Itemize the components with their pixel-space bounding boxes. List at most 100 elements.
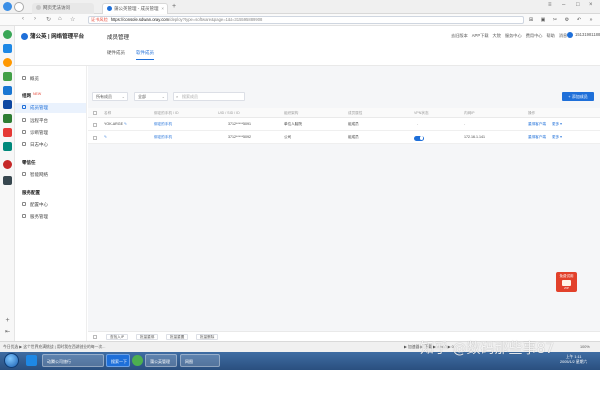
sidebar-item-members[interactable]: 成员管理: [15, 103, 86, 113]
menu-icon[interactable]: ≡: [548, 2, 552, 8]
vpn-toggle[interactable]: [414, 135, 424, 141]
member-type-select[interactable]: 所有成员 ⌄: [92, 92, 128, 101]
status-select[interactable]: 全部 ⌄: [134, 92, 168, 101]
user-menu[interactable]: 15131981188 ▾: [567, 32, 600, 38]
app-brand[interactable]: 蒲公英 | 网络管理平台: [21, 32, 84, 40]
sidebar-app-icon[interactable]: [3, 30, 12, 39]
table-row[interactable]: ✎ 绑定的手机 3712*****5092 公司 组成员 172.16.1.14…: [88, 131, 600, 144]
sidebar-collapse-icon[interactable]: ⇤: [3, 328, 12, 337]
ie-icon[interactable]: [26, 355, 37, 366]
top-link[interactable]: APP下载: [472, 33, 489, 38]
sidebar-item-overview[interactable]: 概览: [15, 74, 86, 84]
taskbar-task[interactable]: 网图: [180, 354, 220, 367]
tab-software-members[interactable]: 软件成员: [136, 50, 154, 60]
search-input[interactable]: ⌕ 搜索成员: [173, 92, 245, 101]
new-tab-button[interactable]: +: [172, 3, 176, 10]
top-link[interactable]: 大院: [493, 33, 501, 38]
settings-icon[interactable]: ⚙: [564, 17, 570, 23]
browser-shield-icon[interactable]: [14, 2, 24, 12]
home-icon[interactable]: ⌂: [58, 16, 62, 22]
bulk-delete-button[interactable]: 批量删除: [196, 334, 219, 340]
star-icon[interactable]: ☆: [70, 16, 75, 23]
reload-icon[interactable]: ↻: [46, 16, 51, 23]
tab-favicon-icon: [107, 6, 112, 11]
select-all-checkbox[interactable]: [93, 111, 97, 115]
service-icon: [22, 214, 26, 218]
free-trial-badge[interactable]: 免费试用 ZIP: [556, 272, 577, 292]
bookmark-icon[interactable]: ▣: [540, 17, 546, 23]
scissors-icon[interactable]: ✂: [552, 17, 558, 23]
member-attr: 组成员: [348, 135, 359, 139]
avatar: [567, 32, 573, 38]
sidebar-item-service-mgmt[interactable]: 服务管理: [15, 212, 86, 222]
sidebar-item-label: 配置中心: [30, 202, 48, 207]
undo-icon[interactable]: ↶: [576, 17, 582, 23]
sidebar-app-icon[interactable]: [3, 128, 12, 137]
top-link[interactable]: 去旧版本: [451, 33, 468, 38]
sidebar-app-icon[interactable]: [3, 100, 12, 109]
bulk-rebind-button[interactable]: 批量重绑: [136, 334, 159, 340]
sidebar-add-icon[interactable]: +: [3, 316, 12, 325]
status-news[interactable]: 今日优选 ▶ 这个世界充满挑战 | 用时我在西湖创业的每一次...: [3, 342, 105, 352]
table-row[interactable]: YOK-ARGE ✎ 绑定的手机 3712*****5091 单位人脑院 组成员…: [88, 118, 600, 131]
rebind-client-link[interactable]: 重绑客户端: [528, 118, 546, 131]
sidebar-app-icon[interactable]: [3, 72, 12, 81]
back-icon[interactable]: ‹: [22, 16, 24, 22]
nav-group-label: 组网: [22, 93, 31, 98]
browser-tab-2[interactable]: 蒲公英管理 - 成员管理 ×: [102, 3, 168, 14]
sidebar-app-icon[interactable]: [3, 160, 12, 169]
sidebar-app-icon[interactable]: [3, 142, 12, 151]
start-button-icon[interactable]: [4, 353, 19, 368]
url-input[interactable]: 证书风险 https://console.sdwan.oray.com/deplo…: [88, 16, 524, 24]
sidebar-app-icon[interactable]: [3, 114, 12, 123]
sidebar-item-logs[interactable]: 日志中心: [15, 140, 86, 150]
row-checkbox[interactable]: [93, 135, 97, 140]
bulk-select-checkbox[interactable]: [93, 335, 97, 339]
sidebar-item-diagnose[interactable]: 诊断管理: [15, 128, 86, 138]
sidebar-app-icon[interactable]: [3, 176, 12, 185]
more-actions-link[interactable]: 更多 ▾: [552, 131, 562, 144]
forward-icon[interactable]: ›: [34, 16, 36, 22]
taskbar-task[interactable]: 动腾公司旅行: [42, 354, 104, 367]
chrome-icon[interactable]: [132, 355, 143, 366]
minimize-icon[interactable]: –: [562, 2, 565, 8]
zoom-level[interactable]: 100%: [580, 342, 590, 352]
top-link[interactable]: 帮助: [546, 33, 554, 38]
rebind-client-link[interactable]: 重绑客户端: [528, 131, 546, 144]
taskbar-task[interactable]: 搜索一下: [106, 354, 130, 367]
bulk-reset-button[interactable]: 批量重置: [166, 334, 189, 340]
member-phone[interactable]: 绑定的手机: [154, 131, 172, 144]
member-phone[interactable]: 绑定的手机: [154, 118, 172, 131]
system-clock[interactable]: 上午 1:11 2005/1/2 星期六: [560, 355, 587, 365]
search-icon: ⌕: [176, 94, 179, 99]
tab-close-icon[interactable]: ×: [161, 6, 164, 11]
row-checkbox[interactable]: [93, 122, 97, 127]
edit-icon[interactable]: ✎: [104, 135, 107, 139]
security-warning[interactable]: 证书风险: [91, 17, 108, 22]
sidebar-item-remote[interactable]: 远程平台: [15, 116, 86, 126]
taskbar-task[interactable]: 蒲公英管理: [145, 354, 177, 367]
tab-hardware-members[interactable]: 硬件成员: [107, 50, 125, 59]
badge-label: 免费试用: [559, 274, 574, 278]
column-header: 成员属性: [348, 111, 363, 115]
sidebar-app-icon[interactable]: [3, 58, 12, 67]
grid-icon[interactable]: ⊞: [528, 17, 534, 23]
close-window-icon[interactable]: ×: [589, 2, 593, 8]
more-icon[interactable]: »: [588, 17, 594, 23]
add-member-button[interactable]: + 添加成员: [562, 92, 594, 101]
browser-logo-icon: [3, 2, 12, 11]
top-link[interactable]: 服务中心: [505, 33, 522, 38]
sidebar-app-icon[interactable]: [3, 86, 12, 95]
browser-tab-1[interactable]: 网页无法访问: [32, 3, 94, 14]
find-ip-button[interactable]: 查找入IP: [106, 334, 129, 340]
maximize-icon[interactable]: □: [576, 2, 580, 8]
edit-icon[interactable]: ✎: [124, 122, 127, 126]
top-link[interactable]: 费用中心: [526, 33, 543, 38]
sidebar-item-smart-network[interactable]: 智能网络: [15, 170, 86, 180]
sidebar-app-icon[interactable]: [3, 44, 12, 53]
more-actions-link[interactable]: 更多 ▾: [552, 118, 562, 131]
sidebar-item-config-center[interactable]: 配置中心: [15, 200, 86, 210]
browser-tabbar: 网页无法访问 蒲公英管理 - 成员管理 × + ≡ – □ ×: [0, 0, 600, 14]
top-link[interactable]: 消息: [559, 33, 567, 38]
member-name: YOK-ARGE ✎: [104, 118, 127, 131]
